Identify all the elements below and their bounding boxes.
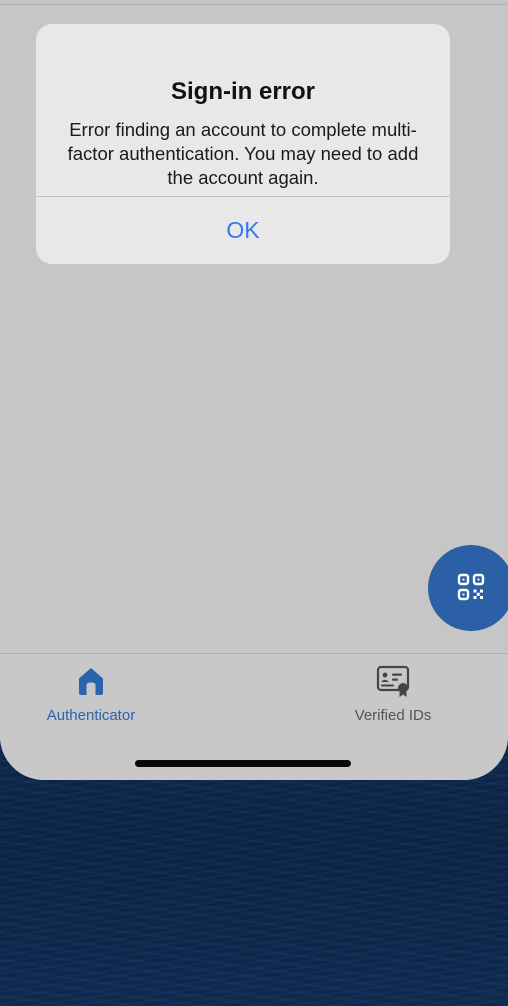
- tab-verified-ids-label: Verified IDs: [354, 707, 432, 724]
- sign-in-error-alert: Sign-in error Error finding an account t…: [36, 24, 450, 264]
- home-icon: [74, 664, 108, 698]
- alert-message: Error finding an account to complete mul…: [67, 119, 419, 188]
- tab-authenticator-label: Authenticator: [46, 707, 136, 724]
- home-indicator[interactable]: [135, 760, 351, 767]
- qr-code-icon: [457, 573, 485, 604]
- tab-authenticator[interactable]: Authenticator: [11, 662, 171, 728]
- alert-title: Sign-in error: [170, 78, 315, 105]
- alert-ok-button[interactable]: OK: [36, 197, 450, 264]
- scan-qr-button[interactable]: [428, 545, 508, 631]
- app-screen: Sign-in error Error finding an account t…: [0, 0, 508, 780]
- tab-verified-ids[interactable]: Verified IDs: [313, 662, 473, 728]
- top-divider: [0, 4, 508, 5]
- id-card-icon: [376, 664, 410, 698]
